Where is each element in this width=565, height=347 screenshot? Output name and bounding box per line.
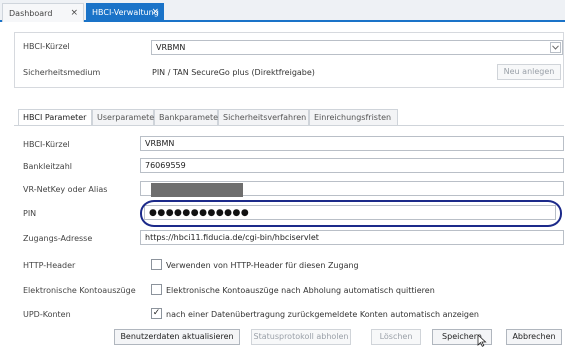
close-icon[interactable]: × xyxy=(151,3,159,22)
address-label: Zugangs-Adresse xyxy=(23,234,93,243)
top-kuerzel-label: HBCI-Kürzel xyxy=(23,42,70,51)
hbci-kuerzel-select-value: VRBMN xyxy=(156,43,186,52)
medium-value: PIN / TAN SecureGo plus (Direktfreigabe) xyxy=(152,68,315,77)
upd-label: UPD-Konten xyxy=(23,310,71,319)
tab-userparameter[interactable]: Userparameter xyxy=(92,109,157,125)
tab-sicherheitsverfahren[interactable]: Sicherheitsverfahren xyxy=(218,109,309,125)
upd-option-label: nach einer Datenübertragung zurückgemeld… xyxy=(166,310,479,319)
http-header-option-label: Verwenden von HTTP-Header für diesen Zug… xyxy=(166,261,359,270)
new-button[interactable]: Neu anlegen xyxy=(497,64,561,80)
tab-dashboard[interactable]: Dashboard × xyxy=(2,3,84,22)
mouse-pointer-icon xyxy=(477,334,487,347)
hbci-kuerzel-input-value: VRBMN xyxy=(145,139,175,148)
http-header-label: HTTP-Header xyxy=(23,261,76,270)
tab-hbci-verwaltung[interactable]: HBCI-Verwaltung × xyxy=(86,3,164,22)
pin-highlight-annotation xyxy=(140,200,562,227)
tab-bankparameter[interactable]: Bankparameter xyxy=(154,109,221,125)
update-userdata-button[interactable]: Benutzerdaten aktualisieren xyxy=(114,329,240,345)
delete-button[interactable]: Löschen xyxy=(371,329,421,345)
close-icon[interactable]: × xyxy=(70,4,78,23)
upd-checkbox[interactable]: ✓ xyxy=(151,308,162,319)
blz-label: Bankleitzahl xyxy=(23,162,72,171)
statement-option-label: Elektronische Kontoauszüge nach Abholung… xyxy=(166,286,435,295)
statement-checkbox[interactable] xyxy=(151,284,162,295)
tab-dashboard-label: Dashboard xyxy=(9,9,53,18)
blz-input[interactable]: 76069559 xyxy=(140,158,564,173)
http-header-checkbox[interactable] xyxy=(151,259,162,270)
cancel-button[interactable]: Abbrechen xyxy=(506,329,562,345)
address-input-value: https://hbci11.fiducia.de/cgi-bin/hbcise… xyxy=(145,233,319,242)
tab-hbci-parameter[interactable]: HBCI Parameter xyxy=(18,109,92,126)
netkey-label: VR-NetKey oder Alias xyxy=(23,185,108,194)
chevron-down-icon[interactable] xyxy=(550,42,561,53)
fetch-protocol-button[interactable]: Statusprotokoll abholen xyxy=(251,329,351,345)
check-icon: ✓ xyxy=(152,308,161,318)
tab-einreichungsfristen[interactable]: Einreichungsfristen xyxy=(309,109,398,125)
document-tab-bar: Dashboard × HBCI-Verwaltung × xyxy=(0,0,565,22)
hbci-kuerzel-select[interactable]: VRBMN xyxy=(151,40,563,55)
medium-label: Sicherheitsmedium xyxy=(23,68,101,77)
form-kuerzel-label: HBCI-Kürzel xyxy=(23,140,70,149)
pin-label: PIN xyxy=(23,209,37,218)
address-input[interactable]: https://hbci11.fiducia.de/cgi-bin/hbcise… xyxy=(140,230,564,245)
tab-hbci-verwaltung-label: HBCI-Verwaltung xyxy=(92,8,159,17)
blz-input-value: 76069559 xyxy=(145,161,186,170)
hbci-kuerzel-input[interactable]: VRBMN xyxy=(140,136,564,151)
statement-label: Elektronische Kontoauszüge xyxy=(23,286,136,295)
redacted-netkey xyxy=(151,183,243,197)
